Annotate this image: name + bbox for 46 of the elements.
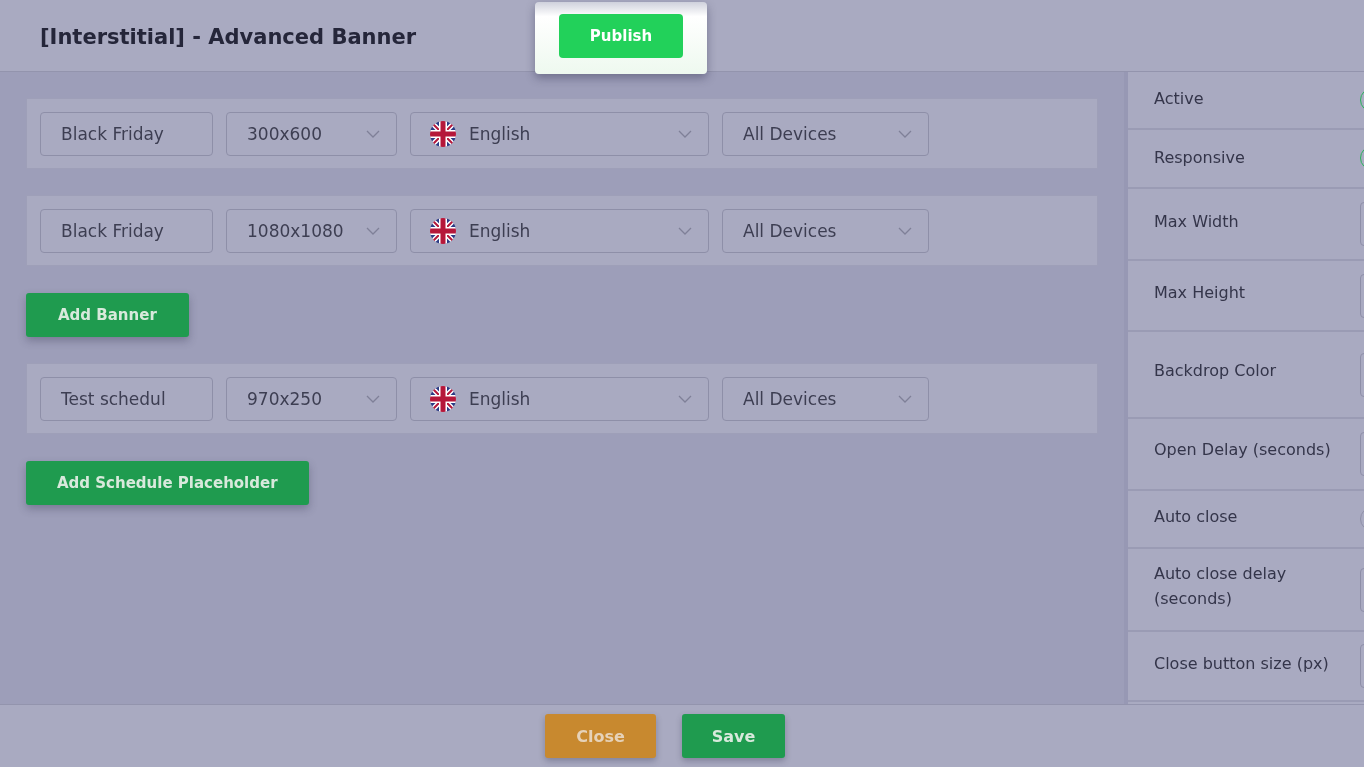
devices-value: All Devices — [743, 123, 837, 144]
window-title: [Interstitial] - Advanced Banner — [40, 25, 418, 49]
language-value: English — [469, 220, 532, 241]
chevron-icon — [898, 129, 912, 138]
devices-value: All Devices — [743, 388, 837, 409]
setting-label: Active — [1154, 88, 1205, 110]
devices-dropdown[interactable]: All Devices — [722, 111, 929, 156]
setting-label: Responsive — [1154, 147, 1246, 169]
setting-label: Backdrop Color — [1154, 360, 1278, 382]
devices-dropdown[interactable]: All Devices — [722, 376, 929, 421]
setting-label: Max Width — [1154, 211, 1240, 233]
size-value: 1080x1080 — [247, 220, 344, 241]
flag-icon — [429, 119, 457, 148]
language-dropdown[interactable]: English — [410, 111, 709, 156]
devices-dropdown[interactable]: All Devices — [722, 208, 929, 253]
setting-label: Open Delay (seconds) — [1154, 439, 1332, 461]
name-field[interactable]: Black Friday — [40, 208, 213, 253]
save-button[interactable]: Save — [682, 714, 785, 758]
size-value: 300x600 — [247, 123, 322, 144]
setting-label: Close button size (px) — [1154, 653, 1330, 675]
chevron-icon — [366, 394, 380, 403]
setting-label: Auto close — [1154, 506, 1239, 528]
size-dropdown[interactable]: 300x600 — [226, 111, 397, 156]
setting-label: Auto close delay (seconds) — [1154, 563, 1288, 610]
name-field[interactable]: Black Friday — [40, 111, 213, 156]
name-field[interactable]: Test schedul — [40, 376, 213, 421]
size-dropdown[interactable]: 1080x1080 — [226, 208, 397, 253]
setting-label: Max Height — [1154, 282, 1247, 304]
devices-value: All Devices — [743, 220, 837, 241]
chevron-icon — [898, 226, 912, 235]
language-value: English — [469, 388, 532, 409]
language-value: English — [469, 123, 532, 144]
language-dropdown[interactable]: English — [410, 376, 709, 421]
chevron-icon — [898, 394, 912, 403]
chevron-icon — [678, 226, 692, 235]
flag-icon — [429, 216, 457, 245]
chevron-icon — [366, 129, 380, 138]
chevron-icon — [366, 226, 380, 235]
add-banner-button[interactable]: Add Banner — [26, 293, 189, 337]
language-dropdown[interactable]: English — [410, 208, 709, 253]
size-dropdown[interactable]: 970x250 — [226, 376, 397, 421]
chevron-icon — [678, 394, 692, 403]
size-value: 970x250 — [247, 388, 322, 409]
add-schedule-button[interactable]: Add Schedule Placeholder — [26, 461, 309, 505]
chevron-icon — [678, 129, 692, 138]
flag-icon — [429, 384, 457, 413]
